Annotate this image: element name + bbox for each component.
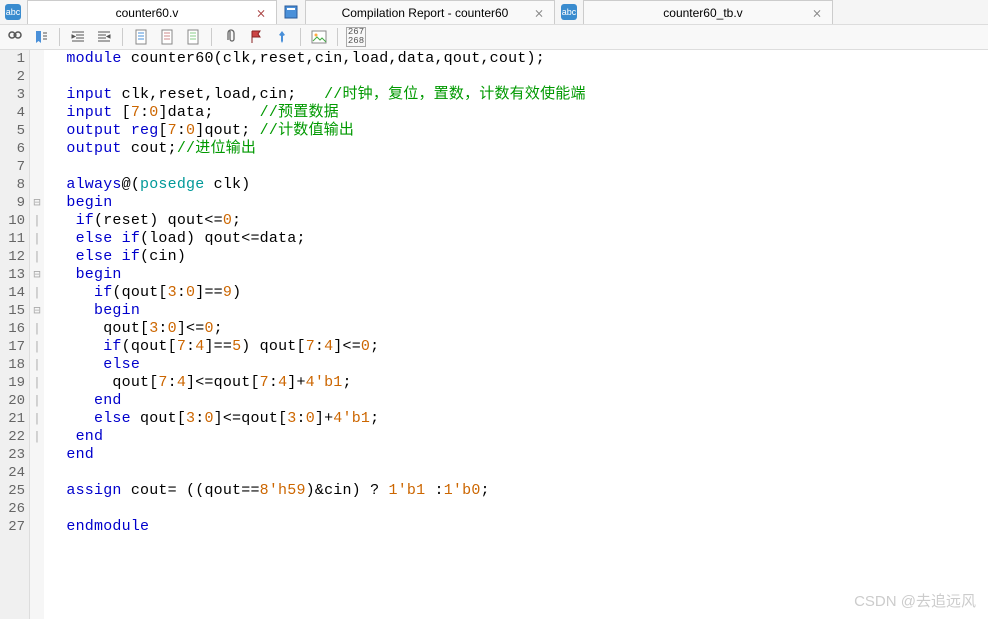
bookmark-icon[interactable]: [31, 27, 51, 47]
separator: [59, 28, 60, 46]
doc-icon-3[interactable]: [183, 27, 203, 47]
code-editor[interactable]: 1234567891011121314151617181920212223242…: [0, 50, 988, 619]
separator: [122, 28, 123, 46]
fold-gutter[interactable]: ⊟|||⊟|⊟|||||||: [30, 50, 44, 619]
file-icon[interactable]: abc: [558, 1, 580, 23]
outdent-icon[interactable]: [94, 27, 114, 47]
tab-counter60-tb[interactable]: counter60_tb.v ⨯: [583, 0, 833, 24]
doc-icon[interactable]: [131, 27, 151, 47]
close-icon[interactable]: ⨯: [812, 6, 822, 20]
doc-icon-2[interactable]: [157, 27, 177, 47]
image-icon[interactable]: [309, 27, 329, 47]
close-icon[interactable]: ⨯: [534, 6, 544, 20]
pin-icon[interactable]: [272, 27, 292, 47]
tab-counter60[interactable]: counter60.v ⨯: [27, 0, 277, 24]
separator: [211, 28, 212, 46]
tab-bar: abc counter60.v ⨯ Compilation Report - c…: [0, 0, 988, 25]
paperclip-icon[interactable]: [220, 27, 240, 47]
tab-label: Compilation Report - counter60: [316, 6, 534, 20]
line-ratio[interactable]: 267 268: [346, 27, 366, 47]
tab-label: counter60_tb.v: [594, 6, 812, 20]
line-number-gutter: 1234567891011121314151617181920212223242…: [0, 50, 30, 619]
file-icon[interactable]: abc: [2, 1, 24, 23]
report-icon[interactable]: [280, 1, 302, 23]
tab-label: counter60.v: [38, 6, 256, 20]
close-icon[interactable]: ⨯: [256, 6, 266, 20]
separator: [300, 28, 301, 46]
editor-toolbar: 267 268: [0, 25, 988, 50]
indent-icon[interactable]: [68, 27, 88, 47]
flag-icon[interactable]: [246, 27, 266, 47]
separator: [337, 28, 338, 46]
tab-compilation-report[interactable]: Compilation Report - counter60 ⨯: [305, 0, 555, 24]
code-area[interactable]: module counter60(clk,reset,cin,load,data…: [44, 50, 988, 619]
find-icon[interactable]: [5, 27, 25, 47]
